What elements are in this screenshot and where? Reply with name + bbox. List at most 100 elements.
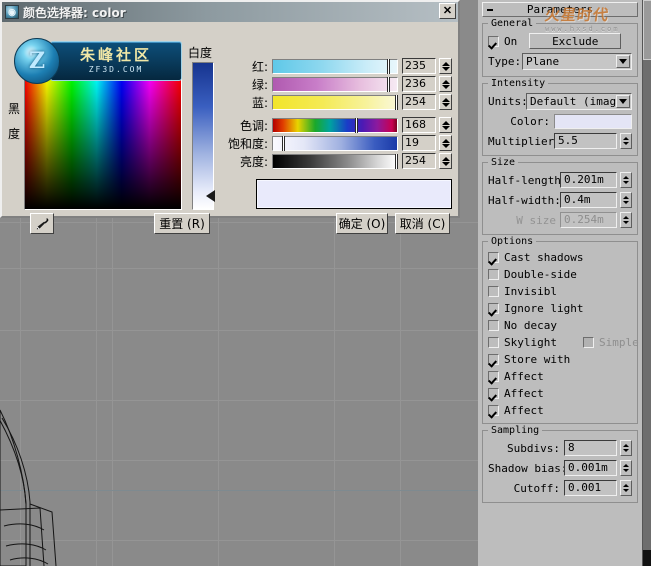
slider-track-red[interactable] — [272, 58, 398, 74]
no-decay-label: No decay — [504, 319, 557, 332]
option-double-side[interactable]: Double-side — [488, 268, 632, 281]
w-size-spinner — [620, 212, 632, 228]
exclude-button[interactable]: Exclude — [529, 33, 622, 49]
option-ignore-light[interactable]: Ignore light — [488, 302, 632, 315]
half-width-field[interactable]: 0.4m — [560, 192, 617, 208]
affect-1-checkbox[interactable] — [488, 371, 499, 382]
option-no-decay[interactable]: No decay — [488, 319, 632, 332]
spinner-green[interactable] — [439, 76, 452, 92]
chevron-down-icon[interactable] — [616, 95, 630, 108]
half-length-field[interactable]: 0.201m — [560, 172, 617, 188]
cancel-button[interactable]: 取消 (C) — [395, 213, 450, 234]
cast-shadows-checkbox[interactable] — [488, 252, 499, 263]
spinner-hue[interactable] — [439, 117, 452, 133]
slider-track-green[interactable] — [272, 76, 398, 92]
option-store-with[interactable]: Store with — [488, 353, 632, 366]
cutoff-label: Cutoff: — [513, 481, 560, 495]
close-icon[interactable]: ✕ — [439, 3, 456, 19]
grid-line — [0, 268, 478, 269]
half-width-spinner[interactable] — [620, 192, 632, 208]
spinner-saturation[interactable] — [439, 135, 452, 151]
double-side-checkbox[interactable] — [488, 269, 499, 280]
collapse-icon — [487, 9, 493, 11]
slider-thumb-green[interactable] — [387, 76, 391, 92]
scrollbar-thumb[interactable] — [643, 0, 651, 60]
ignore-light-label: Ignore light — [504, 302, 584, 315]
slider-track-saturation[interactable] — [272, 135, 398, 151]
spinner-value[interactable] — [439, 153, 452, 169]
slider-thumb-hue[interactable] — [354, 117, 358, 133]
slider-thumb-blue[interactable] — [394, 94, 398, 110]
slider-value-green[interactable]: 236 — [402, 76, 436, 92]
slider-track-value[interactable] — [272, 153, 398, 169]
slider-value-blue[interactable]: 254 — [402, 94, 436, 110]
store-with-checkbox[interactable] — [488, 354, 499, 365]
slider-value-saturation[interactable]: 19 — [402, 135, 436, 151]
affect-3-checkbox[interactable] — [488, 405, 499, 416]
subdivs-spinner[interactable] — [620, 440, 632, 456]
on-checkbox[interactable] — [488, 35, 499, 47]
units-dropdown[interactable]: Default (image) — [526, 93, 632, 110]
ok-button[interactable]: 确定 (O) — [336, 213, 388, 234]
option-skylight[interactable]: Skylight Simple — [488, 336, 639, 349]
slider-value-value[interactable]: 254 — [402, 153, 436, 169]
slider-track-blue[interactable] — [272, 94, 398, 110]
cutoff-spinner[interactable] — [620, 480, 632, 496]
shadow-bias-field[interactable]: 0.001m — [564, 460, 617, 476]
slider-value-red[interactable]: 235 — [402, 58, 436, 74]
group-sampling-label: Sampling — [488, 425, 543, 436]
skylight-checkbox[interactable] — [488, 337, 499, 348]
w-size-label: W size — [516, 213, 556, 227]
shadow-bias-label: Shadow bias: — [488, 461, 568, 475]
rollout-parameters-header[interactable]: Parameters — [482, 2, 638, 17]
grid-line — [334, 218, 335, 566]
ignore-light-checkbox[interactable] — [488, 303, 499, 314]
half-length-spinner[interactable] — [620, 172, 632, 188]
slider-track-hue[interactable] — [272, 117, 398, 133]
color-picker-dialog[interactable]: ◉ 颜色选择器: color ✕ Z 朱峰社区 ZF3D.COM 黑 度 白度 … — [0, 0, 460, 234]
option-invisible[interactable]: Invisibl — [488, 285, 632, 298]
reset-button[interactable]: 重置 (R) — [154, 213, 210, 234]
whiteness-slider[interactable] — [192, 62, 214, 210]
option-affect-2[interactable]: Affect — [488, 387, 632, 400]
row-subdivs: Subdivs: 8 — [488, 440, 632, 456]
grid-line — [0, 330, 478, 331]
whiteness-slider-marker[interactable] — [206, 190, 215, 202]
subdivs-label: Subdivs: — [507, 441, 560, 455]
cutoff-field[interactable]: 0.001 — [564, 480, 617, 496]
option-cast-shadows[interactable]: Cast shadows — [488, 251, 632, 264]
command-panel-scrollbar[interactable] — [642, 0, 651, 566]
slider-value-hue[interactable]: 168 — [402, 117, 436, 133]
row-half-width: Half-width: 0.4m — [488, 192, 632, 208]
rollout-title-text: Parameters — [526, 3, 594, 16]
eyedropper-icon[interactable] — [30, 213, 54, 234]
spinner-blue[interactable] — [439, 94, 452, 110]
dialog-body: Z 朱峰社区 ZF3D.COM 黑 度 白度 红: 235 绿: 236 蓝: … — [2, 22, 458, 234]
half-length-label: Half-length: — [488, 173, 568, 187]
color-field[interactable] — [24, 62, 182, 210]
slider-row-blue: 蓝: 254 — [220, 94, 458, 110]
slider-thumb-saturation[interactable] — [281, 135, 285, 151]
multiplier-field[interactable]: 5.5 — [554, 133, 617, 149]
slider-thumb-value[interactable] — [394, 153, 398, 169]
dialog-titlebar[interactable]: ◉ 颜色选择器: color ✕ — [2, 2, 458, 22]
multiplier-spinner[interactable] — [620, 133, 632, 149]
intensity-color-swatch[interactable] — [554, 114, 632, 129]
option-affect-1[interactable]: Affect — [488, 370, 632, 383]
no-decay-checkbox[interactable] — [488, 320, 499, 331]
chevron-down-icon[interactable] — [616, 55, 630, 68]
type-dropdown[interactable]: Plane — [522, 53, 632, 70]
spinner-red[interactable] — [439, 58, 452, 74]
whiteness-label: 白度 — [188, 46, 213, 60]
slider-label-saturation: 饱和度: — [227, 136, 268, 151]
slider-thumb-red[interactable] — [387, 58, 391, 74]
type-label: Type: — [488, 55, 522, 68]
color-label: Color: — [510, 115, 550, 128]
affect-2-label: Affect — [504, 387, 544, 400]
subdivs-field[interactable]: 8 — [564, 440, 617, 456]
option-affect-3[interactable]: Affect — [488, 404, 632, 417]
affect-2-checkbox[interactable] — [488, 388, 499, 399]
shadow-bias-spinner[interactable] — [620, 460, 632, 476]
color-preview-swatch[interactable] — [256, 179, 452, 209]
invisible-checkbox[interactable] — [488, 286, 499, 297]
